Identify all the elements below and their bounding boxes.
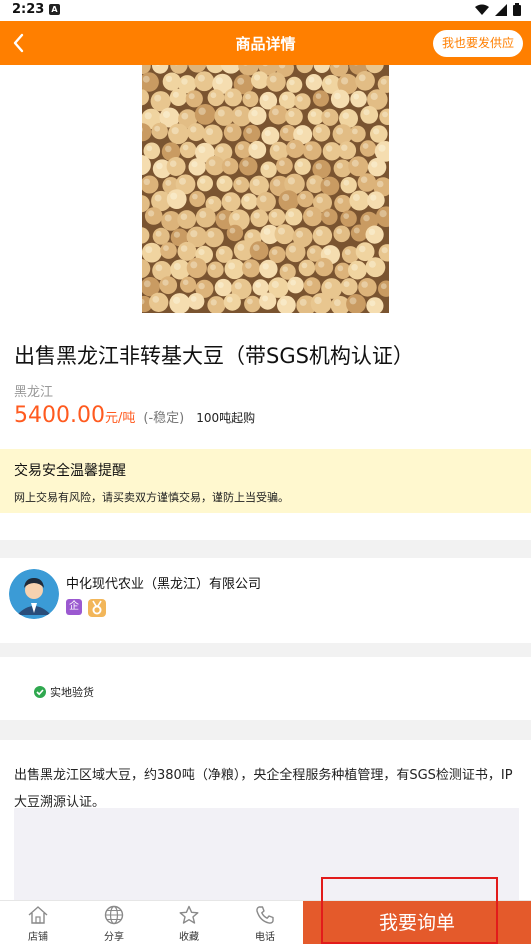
product-title: 出售黑龙江非转基大豆（带SGS机构认证） xyxy=(14,344,414,368)
star-icon xyxy=(179,905,199,924)
notification-a-icon: A xyxy=(49,4,60,15)
tab-favorite[interactable]: 收藏 xyxy=(151,901,227,944)
section-divider xyxy=(0,720,531,740)
check-circle-icon xyxy=(34,686,46,698)
company-card[interactable]: 中化现代农业（黑龙江）有限公司 企 xyxy=(0,558,531,628)
tab-share[interactable]: 分享 xyxy=(76,901,152,944)
price-stability: (-稳定) xyxy=(143,411,185,426)
medal-icon xyxy=(92,600,102,615)
wifi-icon xyxy=(475,4,489,15)
safety-notice: 交易安全温馨提醒 网上交易有风险，请买卖双方谨慎交易，谨防上当受骗。 xyxy=(0,449,531,513)
bottom-action-bar: 店铺 分享 收藏 电话 我要询单 xyxy=(0,900,531,944)
inquiry-button[interactable]: 我要询单 xyxy=(303,901,531,944)
tab-phone[interactable]: 电话 xyxy=(227,901,303,944)
avatar xyxy=(9,569,59,619)
section-divider xyxy=(0,540,531,558)
tab-label: 电话 xyxy=(255,932,275,943)
title-bar: 商品详情 我也要发供应 xyxy=(0,21,531,65)
tab-label: 分享 xyxy=(104,932,124,943)
battery-icon xyxy=(513,3,521,16)
price-unit: 元/吨 xyxy=(104,411,136,426)
user-avatar-icon xyxy=(9,569,59,619)
home-icon xyxy=(28,906,48,924)
status-bar: 2:23 A xyxy=(0,0,531,21)
description-image xyxy=(14,808,519,908)
enterprise-badge: 企 xyxy=(66,599,82,615)
signal-icon xyxy=(495,3,507,16)
system-icons xyxy=(475,3,521,16)
tab-label: 收藏 xyxy=(179,932,199,943)
section-divider xyxy=(0,643,531,657)
phone-icon xyxy=(256,906,274,924)
verification-tag: 实地验货 xyxy=(34,684,94,700)
tab-store[interactable]: 店铺 xyxy=(0,901,76,944)
product-price: 5400.00 xyxy=(14,403,105,428)
verification-label: 实地验货 xyxy=(50,686,94,699)
status-time: 2:23 xyxy=(12,2,45,17)
globe-icon xyxy=(104,905,124,925)
product-image[interactable] xyxy=(142,65,389,313)
notice-title: 交易安全温馨提醒 xyxy=(14,463,126,479)
notice-text: 网上交易有风险，请买卖双方谨慎交易，谨防上当受骗。 xyxy=(14,491,289,504)
soybean-photo xyxy=(142,65,389,313)
tab-label: 店铺 xyxy=(28,932,48,943)
post-supply-button[interactable]: 我也要发供应 xyxy=(433,30,523,57)
product-origin: 黑龙江 xyxy=(14,385,54,400)
medal-badge xyxy=(88,599,106,617)
company-name: 中化现代农业（黑龙江）有限公司 xyxy=(66,577,262,592)
minimum-order: 100吨起购 xyxy=(196,411,256,425)
price-row: 5400.00 元/吨 (-稳定) 100吨起购 xyxy=(14,403,255,428)
